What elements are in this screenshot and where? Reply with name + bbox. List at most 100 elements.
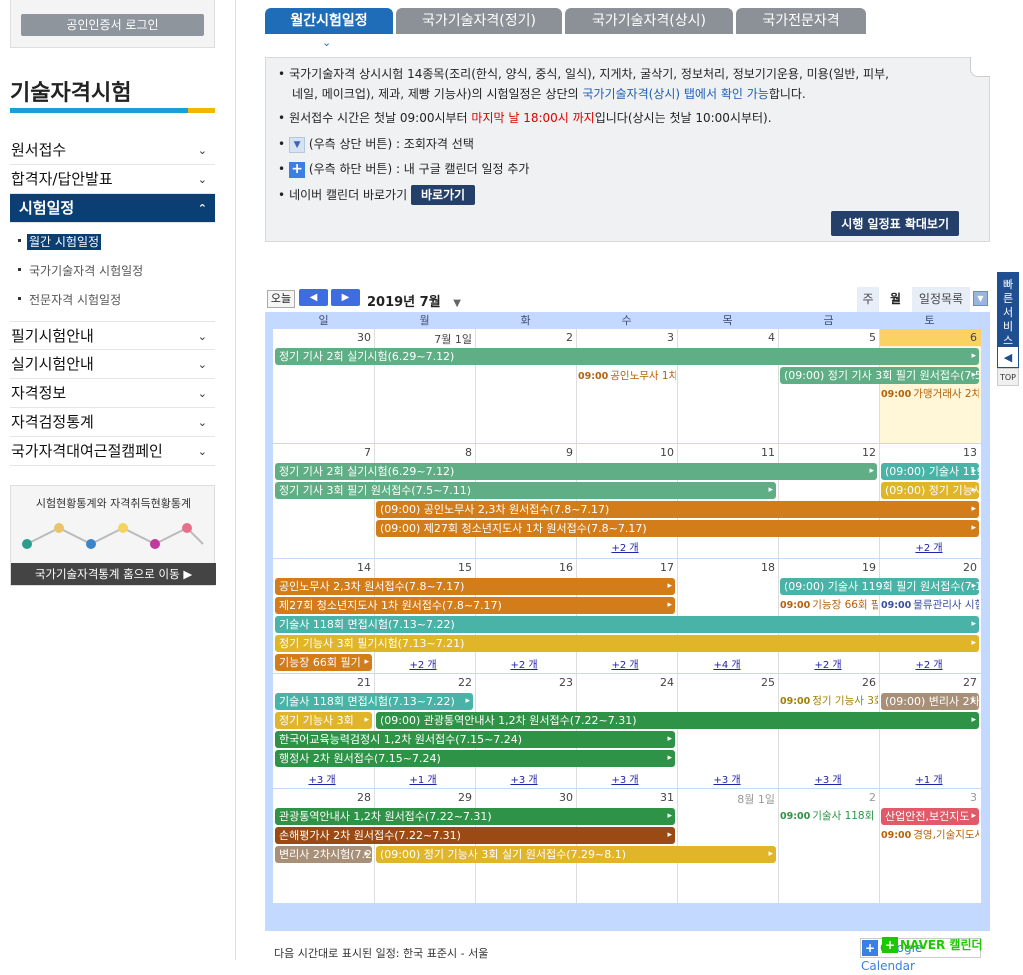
arrow-right-icon: ▶ <box>341 292 350 303</box>
menu-item-results[interactable]: 합격자/답안발표 ⌄ <box>10 165 215 194</box>
day-number: 19 <box>862 561 876 574</box>
more-link[interactable]: +2 개 <box>914 656 944 671</box>
stats-home-button[interactable]: 국가기술자격통계 홈으로 이동 ▶ <box>11 563 216 585</box>
more-link[interactable]: +2 개 <box>509 656 539 671</box>
event-item[interactable]: 09:00 가맹거래사 2차 <box>881 387 979 402</box>
more-link[interactable]: +2 개 <box>914 539 944 554</box>
event-bar[interactable]: (09:00) 정기 기능사 3회 실기 원서접수(7.29~8.1) <box>376 846 776 863</box>
event-bar[interactable]: 산업안전,보건지도 <box>881 808 979 825</box>
menu-item-application[interactable]: 원서접수 ⌄ <box>10 136 215 165</box>
menu-label: 원서접수 <box>11 141 67 159</box>
submenu-label: 전문자격 시험일정 <box>29 293 122 307</box>
event-bar[interactable]: 제27회 청소년지도사 1차 원서접수(7.8~7.17) <box>275 597 675 614</box>
more-link[interactable]: +2 개 <box>610 539 640 554</box>
more-link[interactable]: +3 개 <box>307 771 337 786</box>
weekday-header: 화 <box>520 314 531 327</box>
event-bar[interactable]: (09:00) 기술사 119회 필기 원서접수(7.19~7.25) <box>780 578 979 595</box>
tab-national-regular[interactable]: 국가기술자격(정기) <box>396 8 562 34</box>
submenu-professional[interactable]: 전문자격 시험일정 <box>18 291 123 308</box>
more-link[interactable]: +1 개 <box>914 771 944 786</box>
event-bar[interactable]: (09:00) 변리사 2차 <box>881 693 979 710</box>
menu-item-qualification[interactable]: 자격정보 ⌄ <box>10 379 215 408</box>
active-tab-chevron-icon: ⌄ <box>322 36 332 49</box>
submenu-national-tech[interactable]: 국가기술자격 시험일정 <box>18 262 145 279</box>
more-link[interactable]: +1 개 <box>408 771 438 786</box>
day-number: 21 <box>357 676 371 689</box>
menu-item-campaign[interactable]: 국가자격대여근절캠페인 ⌄ <box>10 437 215 466</box>
chevron-down-icon: ⌄ <box>197 445 207 458</box>
event-bar[interactable]: 공인노무사 2,3차 원서접수(7.8~7.17) <box>275 578 675 595</box>
tab-professional[interactable]: 국가전문자격 <box>736 8 866 34</box>
event-bar[interactable]: 손해평가사 2차 원서접수(7.22~7.31) <box>275 827 675 844</box>
event-item[interactable]: 09:00 공인노무사 1차 <box>578 369 676 384</box>
chevron-down-icon: ⌄ <box>197 330 207 343</box>
tab-national-always[interactable]: 국가기술자격(상시) <box>565 8 733 34</box>
event-bar[interactable]: 행정사 2차 원서접수(7.15~7.24) <box>275 750 675 767</box>
calendar: 오늘 ◀ ▶ 2019년 7월 ▼ 주 월 일정목록 ▼ 일 월 화 수 목 금… <box>265 285 990 973</box>
event-bar[interactable]: 정기 기능사 3회 필기시험(7.13~7.21) <box>275 635 979 652</box>
menu-label: 실기시험안내 <box>11 355 94 373</box>
event-bar[interactable]: (09:00) 공인노무사 2,3차 원서접수(7.8~7.17) <box>376 501 979 518</box>
zoom-schedule-button[interactable]: 시행 일정표 확대보기 <box>831 211 959 236</box>
event-bar[interactable]: 변리사 2차시험(7.27~8.1) <box>275 846 372 863</box>
day-number: 9 <box>566 446 573 459</box>
event-bar[interactable]: 정기 기사 2회 실기시험(6.29~7.12) <box>275 348 979 365</box>
event-bar[interactable]: 정기 기능사 3회 <box>275 712 372 729</box>
day-number: 28 <box>357 791 371 804</box>
more-link[interactable]: +2 개 <box>408 656 438 671</box>
event-bar[interactable]: 정기 기사 2회 실기시험(6.29~7.12) <box>275 463 877 480</box>
stats-banner[interactable]: 시험현황통계와 자격취득현황통계 국가기술자격통계 홈으로 이동 ▶ <box>10 485 216 586</box>
view-month-tab[interactable]: 월 <box>883 287 908 312</box>
more-link[interactable]: +4 개 <box>712 656 742 671</box>
calendar-select-dropdown-icon[interactable]: ▼ <box>973 291 988 306</box>
more-link[interactable]: +3 개 <box>509 771 539 786</box>
menu-item-schedule[interactable]: 시험일정 ⌃ <box>10 194 215 223</box>
prev-month-button[interactable]: ◀ <box>299 289 328 306</box>
event-bar[interactable]: 기술사 118회 면접시험(7.13~7.22) <box>275 616 979 633</box>
event-item[interactable]: 09:00 물류관리사 시험 <box>881 598 979 613</box>
event-item[interactable]: 09:00 정기 기능사 3회 <box>780 694 878 709</box>
event-bar[interactable]: 정기 기사 3회 필기 원서접수(7.5~7.11) <box>275 482 776 499</box>
more-link[interactable]: +3 개 <box>610 771 640 786</box>
event-bar[interactable]: (09:00) 기술사 119회 <box>881 463 979 480</box>
more-link[interactable]: +2 개 <box>610 656 640 671</box>
more-link[interactable]: +2 개 <box>813 656 843 671</box>
day-number: 30 <box>357 331 371 344</box>
event-item[interactable]: 09:00 기술사 118회 <box>780 809 878 824</box>
event-bar[interactable]: (09:00) 제27회 청소년지도사 1차 원서접수(7.8~7.17) <box>376 520 979 537</box>
view-agenda-tab[interactable]: 일정목록 <box>912 287 970 312</box>
day-number: 30 <box>559 791 573 804</box>
current-month[interactable]: 2019년 7월 ▼ <box>367 291 461 310</box>
event-bar[interactable]: (09:00) 관광통역안내사 1,2차 원서접수(7.22~7.31) <box>376 712 979 729</box>
view-week-tab[interactable]: 주 <box>857 287 879 312</box>
event-bar[interactable]: (09:00) 정기 기사 3회 필기 원서접수(7.5~7.11) <box>780 367 979 384</box>
event-bar[interactable]: (09:00) 정기 기능사 <box>881 482 979 499</box>
title-underline <box>10 108 188 113</box>
always-tab-link[interactable]: 국가기술자격(상시) 탭에서 확인 가능 <box>582 87 768 101</box>
quick-service-toggle-icon[interactable]: ◀ <box>997 346 1019 368</box>
day-number: 22 <box>458 676 472 689</box>
event-item[interactable]: 09:00기능장 66회 필기 <box>780 598 878 613</box>
scroll-top-button[interactable]: TOP <box>997 368 1019 386</box>
submenu-monthly[interactable]: 월간 시험일정 <box>18 233 102 250</box>
event-bar[interactable]: 기술사 118회 면접시험(7.13~7.22) <box>275 693 473 710</box>
event-bar[interactable]: 한국어교육능력검정시 1,2차 원서접수(7.15~7.24) <box>275 731 675 748</box>
menu-item-written[interactable]: 필기시험안내 ⌄ <box>10 321 215 350</box>
event-item[interactable]: 09:00 경영,기술지도사 <box>881 828 979 843</box>
naver-calendar-link[interactable]: + NAVER 캘린더 <box>882 936 983 953</box>
day-number: 14 <box>357 561 371 574</box>
menu-item-practical[interactable]: 실기시험안내 ⌄ <box>10 350 215 379</box>
more-link[interactable]: +3 개 <box>813 771 843 786</box>
event-bar[interactable]: 관광통역안내사 1,2차 원서접수(7.22~7.31) <box>275 808 675 825</box>
event-bar[interactable]: 기능장 66회 필기 <box>275 654 372 671</box>
arrow-left-icon: ◀ <box>309 292 318 303</box>
info-line-4: + (우측 하단 버튼) : 내 구글 캘린더 일정 추가 <box>278 159 529 179</box>
naver-shortcut-button[interactable]: 바로가기 <box>410 185 476 205</box>
menu-item-stats[interactable]: 자격검정통계 ⌄ <box>10 408 215 437</box>
tab-monthly[interactable]: 월간시험일정 <box>265 8 393 34</box>
today-button[interactable]: 오늘 <box>267 290 295 308</box>
more-link[interactable]: +3 개 <box>712 771 742 786</box>
next-month-button[interactable]: ▶ <box>331 289 360 306</box>
day-number: 2 <box>566 331 573 344</box>
certificate-login-button[interactable]: 공인인증서 로그인 <box>21 14 204 36</box>
